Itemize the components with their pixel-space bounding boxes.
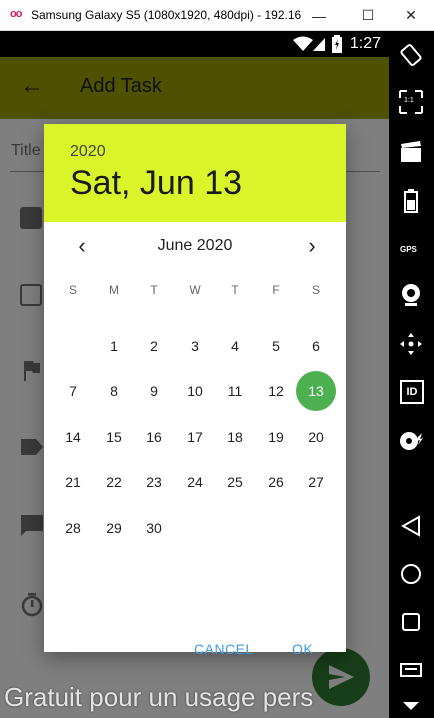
media-icon[interactable] [399, 429, 423, 453]
window-titlebar: oo Samsung Galaxy S5 (1080x1920, 480dpi)… [0, 0, 434, 31]
home-icon[interactable] [400, 563, 422, 585]
calendar-day[interactable]: 12 [256, 371, 296, 411]
weekday-label: T [231, 283, 239, 297]
calendar-day[interactable]: 4 [215, 326, 255, 366]
calendar-day[interactable]: 17 [175, 417, 215, 457]
calendar-day[interactable]: 22 [94, 462, 134, 502]
calendar-day[interactable]: 10 [175, 371, 215, 411]
recents-icon[interactable] [401, 612, 421, 632]
date-picker-dialog: 2020 Sat, Jun 13 ‹ June 2020 › S M T W T… [44, 124, 346, 657]
weekday-label: F [272, 283, 280, 297]
rotate-icon[interactable] [399, 43, 423, 67]
calendar-day[interactable]: 24 [175, 462, 215, 502]
calendar-day[interactable]: 30 [134, 508, 174, 548]
signal-icon [313, 38, 325, 51]
calendar-day[interactable]: 29 [94, 508, 134, 548]
calendar-day[interactable]: 15 [94, 417, 134, 457]
emulator-toolbar: 1:1 GPS ID [389, 31, 434, 718]
wifi-icon [293, 36, 313, 51]
close-button[interactable]: ✕ [388, 0, 434, 31]
calendar-day[interactable]: 2 [134, 326, 174, 366]
calendar-day[interactable]: 3 [175, 326, 215, 366]
minimize-button[interactable]: — [296, 0, 342, 31]
keyboard-icon[interactable] [400, 663, 422, 677]
back-icon[interactable] [401, 515, 421, 537]
calendar-day-selected[interactable]: 13 [296, 371, 336, 411]
status-bar: 1:27 [0, 31, 389, 57]
calendar-day[interactable]: 9 [134, 371, 174, 411]
selected-year[interactable]: 2020 [70, 143, 106, 161]
app-logo-icon: oo [10, 8, 22, 20]
calendar-day[interactable]: 26 [256, 462, 296, 502]
calendar-day[interactable]: 28 [53, 508, 93, 548]
ratio-label: 1:1 [404, 97, 414, 104]
calendar-day[interactable]: 6 [296, 326, 336, 366]
ok-button[interactable]: OK [292, 641, 313, 657]
calendar-day[interactable]: 27 [296, 462, 336, 502]
weekday-label: T [150, 283, 158, 297]
calendar-day[interactable]: 19 [256, 417, 296, 457]
dpad-icon[interactable] [399, 332, 423, 356]
camera-icon[interactable] [399, 141, 423, 165]
calendar-day[interactable]: 21 [53, 462, 93, 502]
battery-icon[interactable] [402, 189, 420, 213]
id-icon[interactable]: ID [400, 380, 424, 404]
phone-screen: 1:27 ← Add Task Title 2020 [0, 31, 389, 718]
gps-icon[interactable]: GPS [400, 245, 417, 254]
webcam-icon[interactable] [400, 283, 422, 307]
weekday-label: S [311, 283, 320, 297]
more-icon[interactable] [402, 701, 420, 711]
calendar-day[interactable]: 23 [134, 462, 174, 502]
watermark-text: Gratuit pour un usage pers [4, 682, 314, 712]
calendar-day[interactable]: 8 [94, 371, 134, 411]
calendar-day[interactable]: 25 [215, 462, 255, 502]
month-year-label: June 2020 [157, 237, 233, 254]
maximize-button[interactable]: ☐ [345, 0, 391, 31]
weekday-label: S [68, 283, 77, 297]
date-picker-header: 2020 Sat, Jun 13 [44, 124, 346, 222]
calendar-day[interactable]: 7 [53, 371, 93, 411]
weekday-label: M [109, 283, 119, 297]
battery-status-icon [332, 35, 342, 53]
calendar-day[interactable]: 1 [94, 326, 134, 366]
calendar-day[interactable]: 5 [256, 326, 296, 366]
cancel-button[interactable]: CANCEL [194, 641, 254, 657]
calendar-day[interactable]: 20 [296, 417, 336, 457]
next-month-icon[interactable]: › [302, 235, 322, 257]
window-title: Samsung Galaxy S5 (1080x1920, 480dpi) - … [31, 8, 301, 22]
calendar-day[interactable]: 11 [215, 371, 255, 411]
selected-date[interactable]: Sat, Jun 13 [70, 164, 242, 203]
calendar-day[interactable]: 14 [53, 417, 93, 457]
weekday-label: W [189, 283, 201, 297]
calendar-day[interactable]: 18 [215, 417, 255, 457]
status-time: 1:27 [349, 35, 381, 52]
calendar-day[interactable]: 16 [134, 417, 174, 457]
